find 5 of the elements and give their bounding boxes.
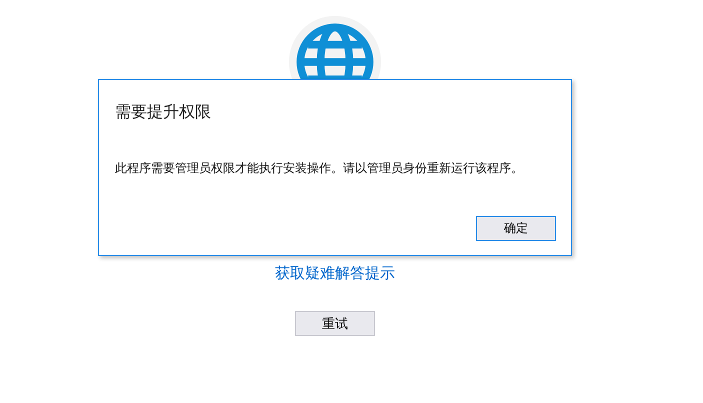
ok-button[interactable]: 确定: [476, 216, 556, 241]
help-link[interactable]: 获取疑难解答提示: [275, 264, 395, 282]
retry-button[interactable]: 重试: [295, 311, 375, 336]
dialog-message: 此程序需要管理员权限才能执行安装操作。请以管理员身份重新运行该程序。: [115, 160, 524, 177]
dialog-title: 需要提升权限: [115, 101, 212, 123]
